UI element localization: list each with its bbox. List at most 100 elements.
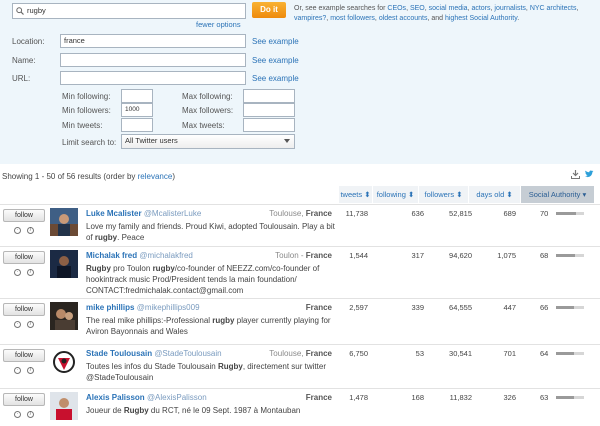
download-icon[interactable] [571, 170, 580, 179]
followers-count: 64,555 [449, 303, 472, 312]
max-following-field[interactable] [243, 89, 295, 103]
example-link-ceos[interactable]: CEOs [387, 5, 406, 12]
user-name-link[interactable]: Michalak fred @michalakfred [86, 251, 193, 260]
limit-search-select[interactable]: All Twitter users [121, 134, 295, 149]
social-authority-score: 63 [540, 393, 549, 402]
days-old-count: 326 [503, 393, 516, 402]
user-name-link[interactable]: Luke Mcalister @McalisterLuke [86, 209, 201, 218]
name-field[interactable] [60, 53, 246, 67]
min-following-label: Min following: [62, 92, 111, 101]
query-highlight: Rugby [86, 264, 111, 273]
example-link-oldest-accounts[interactable]: oldest accounts [379, 15, 428, 22]
column-header-days-old[interactable]: days old ⬍ [468, 186, 520, 203]
user-location: Toulouse, France [269, 349, 332, 358]
query-highlight: Rugby [123, 406, 149, 415]
search-icon [16, 7, 24, 15]
avatar[interactable] [50, 250, 78, 278]
column-header-following[interactable]: following ⬍ [372, 186, 418, 203]
example-link-most-followers[interactable]: most followers [330, 15, 375, 22]
example-link-vampires[interactable]: vampires? [294, 15, 326, 22]
url-see-example-link[interactable]: See example [252, 74, 299, 83]
url-field[interactable] [60, 71, 246, 85]
twitter-bird-icon[interactable] [584, 170, 594, 179]
social-authority-bar [556, 352, 584, 355]
example-link-journalists[interactable]: journalists [494, 5, 526, 12]
social-authority-bar [556, 212, 584, 215]
followers-count: 30,541 [449, 349, 472, 358]
follow-button[interactable]: follow [3, 393, 45, 406]
tweets-count: 1,478 [349, 393, 368, 402]
column-header-followers[interactable]: followers ⬍ [418, 186, 468, 203]
avatar[interactable] [50, 392, 78, 420]
location-label: Location: [12, 37, 45, 46]
user-bio: Toutes les infos du Stade Toulousain Rug… [86, 362, 326, 382]
block-icon[interactable]: / [27, 411, 34, 418]
example-link-nyc-architects[interactable]: NYC architects [530, 5, 577, 12]
table-row: follow · / Luke Mcalister @McalisterLuke… [0, 204, 600, 252]
table-row: follow · / Stade Toulousain @StadeToulou… [0, 344, 600, 392]
eye-off-icon[interactable]: · [14, 227, 21, 234]
tweets-count: 11,738 [345, 209, 368, 218]
block-icon[interactable]: / [27, 321, 34, 328]
follow-button[interactable]: follow [3, 209, 45, 222]
url-label: URL: [12, 74, 31, 83]
followers-count: 52,815 [449, 209, 472, 218]
block-icon[interactable]: / [27, 269, 34, 276]
following-count: 636 [411, 209, 424, 218]
follow-button[interactable]: follow [3, 303, 45, 316]
follow-button[interactable]: follow [3, 349, 45, 362]
example-link-highest-social-authority[interactable]: highest Social Authority [445, 15, 517, 22]
user-name-link[interactable]: Stade Toulousain @StadeToulousain [86, 349, 222, 358]
chevron-down-icon [284, 139, 290, 143]
column-header-social-authority[interactable]: Social Authority ▾ [520, 186, 594, 203]
table-row: follow · / Michalak fred @michalakfred T… [0, 246, 600, 296]
do-it-button[interactable]: Do it [252, 2, 286, 18]
user-location: France [305, 303, 332, 312]
user-name-link[interactable]: Alexis Palisson @AlexisPalisson [86, 393, 207, 402]
min-tweets-field[interactable] [121, 118, 153, 132]
location-see-example-link[interactable]: See example [252, 37, 299, 46]
fewer-options-link[interactable]: fewer options [196, 20, 241, 29]
avatar[interactable] [50, 302, 78, 330]
min-followers-field[interactable]: 1000 [121, 103, 153, 117]
user-bio: Joueur de Rugby du RCT, né le 09 Sept. 1… [86, 406, 301, 415]
user-location: Toulouse, France [269, 209, 332, 218]
example-searches-text: Or, see example searches for CEOs, SEO, … [294, 5, 579, 22]
search-panel: rugby Do it fewer options Or, see exampl… [0, 0, 600, 164]
eye-off-icon[interactable]: · [14, 367, 21, 374]
social-authority-score: 66 [540, 303, 549, 312]
user-bio: Love my family and friends. Proud Kiwi, … [86, 222, 335, 242]
eye-off-icon[interactable]: · [14, 411, 21, 418]
avatar[interactable] [50, 208, 78, 236]
max-followers-field[interactable] [243, 103, 295, 117]
query-highlight: rugby [212, 316, 235, 325]
column-header-tweets[interactable]: tweets ⬍ [338, 186, 372, 203]
block-icon[interactable]: / [27, 227, 34, 234]
max-tweets-label: Max tweets: [182, 121, 225, 130]
example-link-actors[interactable]: actors [471, 5, 490, 12]
eye-off-icon[interactable]: · [14, 321, 21, 328]
tweets-count: 6,750 [349, 349, 368, 358]
block-icon[interactable]: / [27, 367, 34, 374]
sort-arrows-icon: ⬍ [456, 190, 463, 199]
max-followers-label: Max followers: [182, 106, 234, 115]
location-field[interactable]: france [60, 34, 246, 48]
max-tweets-field[interactable] [243, 118, 295, 132]
sort-arrows-icon: ⬍ [407, 190, 415, 199]
social-authority-bar [556, 396, 584, 399]
avatar[interactable] [50, 348, 78, 376]
search-input[interactable]: rugby [12, 3, 246, 19]
example-link-seo[interactable]: SEO [410, 5, 425, 12]
table-row: follow · / Alexis Palisson @AlexisPaliss… [0, 388, 600, 426]
user-location: France [305, 393, 332, 402]
follow-button[interactable]: follow [3, 251, 45, 264]
limit-search-label: Limit search to: [62, 138, 117, 147]
example-link-social-media[interactable]: social media [429, 5, 468, 12]
user-name-link[interactable]: mike phillips @mikephillips009 [86, 303, 200, 312]
following-count: 317 [411, 251, 424, 260]
eye-off-icon[interactable]: · [14, 269, 21, 276]
name-see-example-link[interactable]: See example [252, 56, 299, 65]
min-following-field[interactable] [121, 89, 153, 103]
order-by-relevance-link[interactable]: relevance [138, 172, 173, 181]
table-row: follow · / mike phillips @mikephillips00… [0, 298, 600, 346]
